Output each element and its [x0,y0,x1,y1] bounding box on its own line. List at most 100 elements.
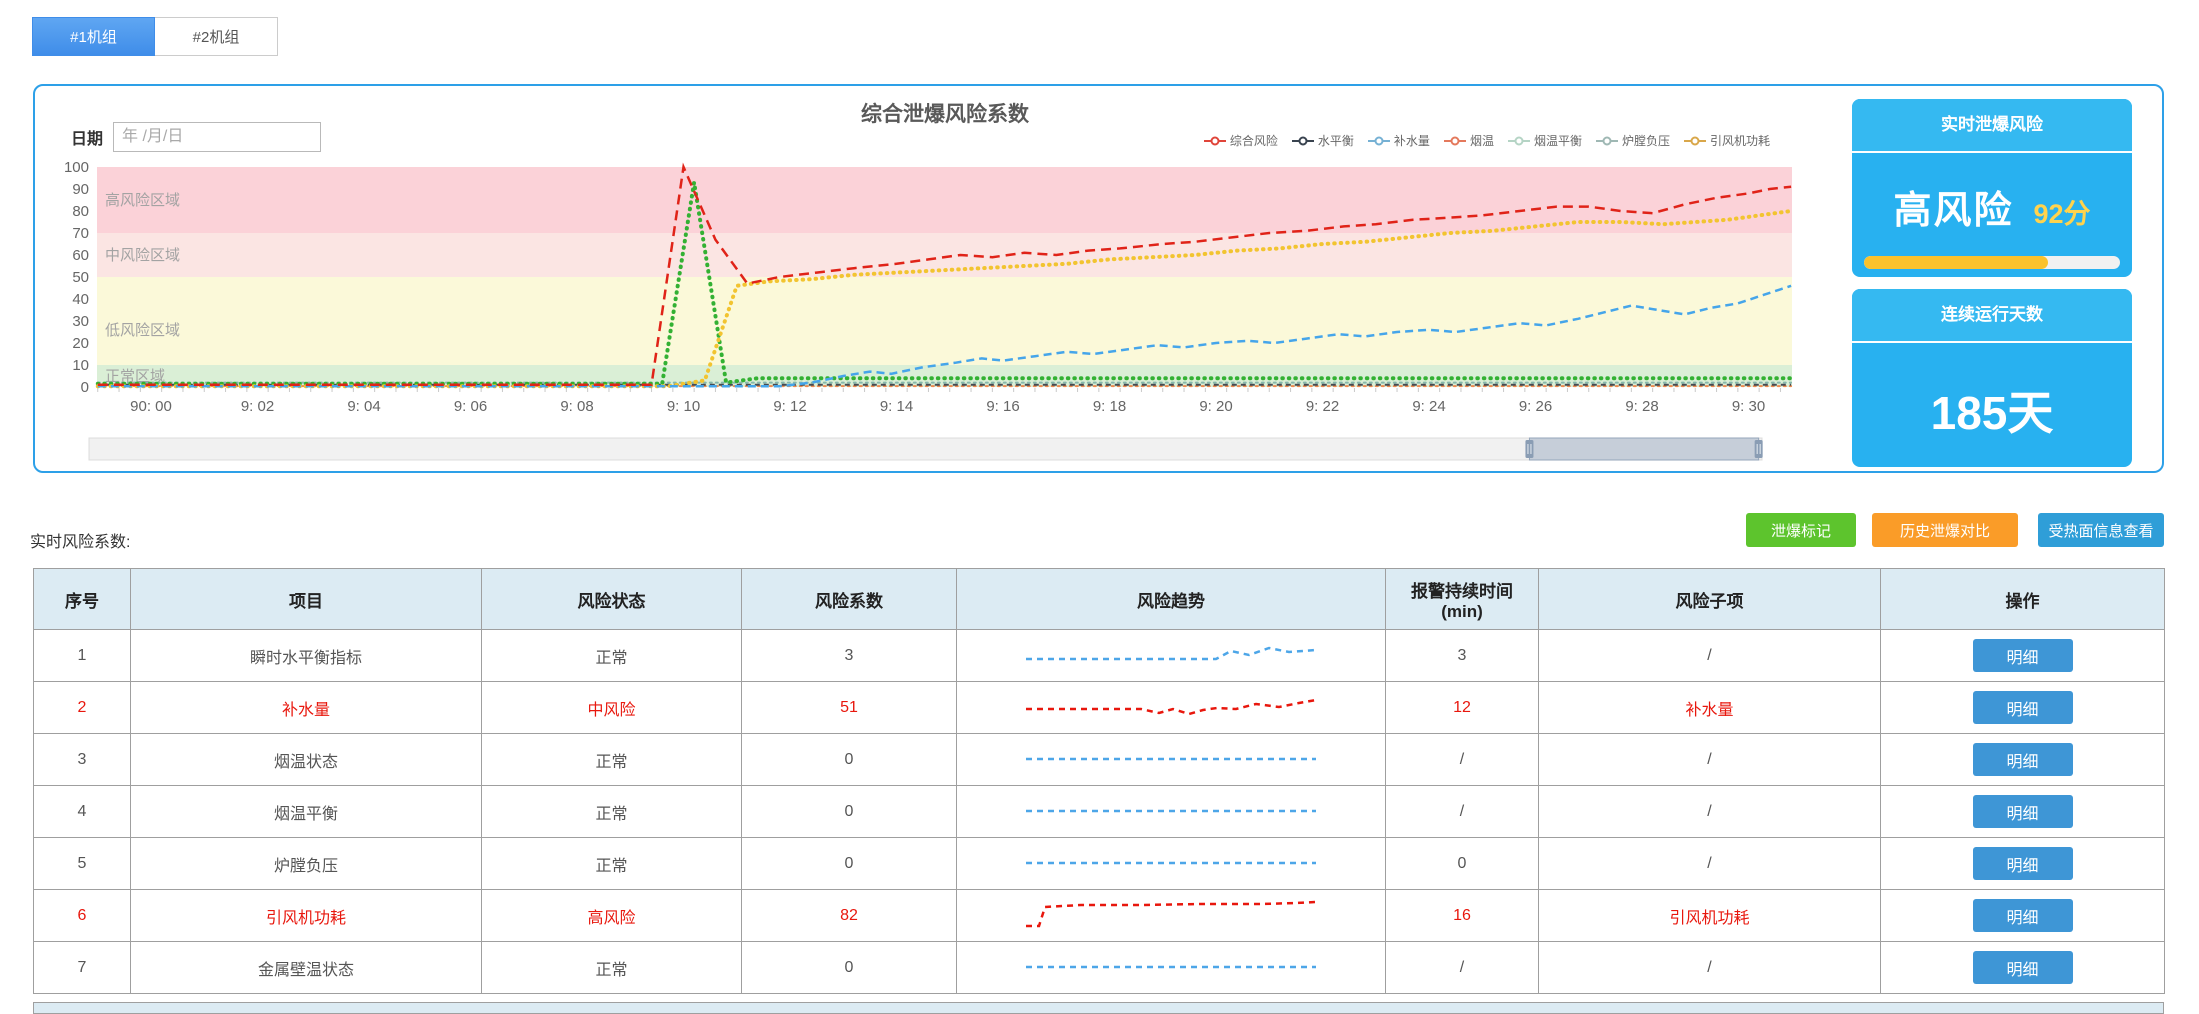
item-cell: 烟温平衡 [131,786,482,838]
next-section-strip [33,1002,2164,1014]
item-cell: 补水量 [131,682,482,734]
item-cell: 瞬时水平衡指标 [131,630,482,682]
item-cell: 引风机功耗 [131,890,482,942]
legend-item-2[interactable]: 补水量 [1368,132,1430,149]
detail-button[interactable]: 明细 [1973,951,2073,984]
x-axis-tick-label: 9: 02 [241,398,274,415]
status-cell: 中风险 [482,682,742,734]
seq-cell: 5 [34,838,131,890]
y-axis-tick-label: 10 [72,357,89,374]
detail-button[interactable]: 明细 [1973,795,2073,828]
alarm-cell: / [1386,734,1539,786]
status-cell: 正常 [482,838,742,890]
x-axis-tick-label: 9: 10 [667,398,700,415]
coef-cell: 0 [742,786,957,838]
x-axis-tick-label: 9: 12 [773,398,806,415]
seq-cell: 6 [34,890,131,942]
y-axis-tick-label: 80 [72,203,89,220]
heating-surface-info-button[interactable]: 受热面信息查看 [2038,513,2164,547]
alarm-cell: / [1386,786,1539,838]
seq-cell: 4 [34,786,131,838]
action-cell: 明细 [1881,890,2165,942]
coef-cell: 0 [742,838,957,890]
detail-button[interactable]: 明细 [1973,691,2073,724]
legend-marker-icon [1444,136,1466,146]
status-cell: 正常 [482,630,742,682]
table-header-cell: 风险系数 [742,569,957,630]
legend-label: 烟温 [1470,132,1494,149]
legend-marker-icon [1204,136,1226,146]
history-compare-button[interactable]: 历史泄爆对比 [1872,513,2018,547]
x-axis-tick-label: 9: 28 [1625,398,1658,415]
realtime-risk-card: 实时泄爆风险 高风险 92分 [1852,99,2132,277]
zone-label: 正常区域 [105,368,165,385]
action-cell: 明细 [1881,838,2165,890]
sub-item-cell: 补水量 [1539,682,1881,734]
zone-band [97,277,1792,365]
zone-label: 中风险区域 [105,247,180,264]
tab-unit-2[interactable]: #2机组 [155,17,278,56]
detail-button[interactable]: 明细 [1973,899,2073,932]
legend-item-3[interactable]: 烟温 [1444,132,1494,149]
table-header-cell: 项目 [131,569,482,630]
y-axis-tick-label: 70 [72,225,89,242]
detail-button[interactable]: 明细 [1973,847,2073,880]
trend-cell [957,838,1386,890]
item-cell: 炉膛负压 [131,838,482,890]
table-header-cell: 操作 [1881,569,2165,630]
sub-item-cell: / [1539,630,1881,682]
sub-item-cell: / [1539,734,1881,786]
datazoom-handle[interactable] [1755,440,1763,458]
datazoom-handle[interactable] [1525,440,1533,458]
date-input[interactable] [113,122,321,152]
table-caption: 实时风险系数: [30,528,130,552]
series-line-补水量 [98,286,1791,387]
datazoom-selection[interactable] [1529,438,1758,460]
action-cell: 明细 [1881,786,2165,838]
zone-band [97,365,1792,387]
table-header-row: 序号项目风险状态风险系数风险趋势报警持续时间 (min)风险子项操作 [34,569,2165,630]
table-header-cell: 序号 [34,569,131,630]
trend-sparkline [1021,843,1321,879]
risk-score-value: 92分 [2033,192,2090,231]
y-axis-tick-label: 0 [81,379,89,396]
table-row: 5炉膛负压正常00/明细 [34,838,2165,890]
legend-item-1[interactable]: 水平衡 [1292,132,1354,149]
x-axis-tick-label: 9: 26 [1519,398,1552,415]
y-axis-tick-label: 30 [72,313,89,330]
legend-item-5[interactable]: 炉膛负压 [1596,132,1670,149]
running-days-value: 185天 [1852,377,2132,443]
detail-button[interactable]: 明细 [1973,639,2073,672]
detail-button[interactable]: 明细 [1973,743,2073,776]
table-row: 7金属壁温状态正常0//明细 [34,942,2165,994]
date-filter: 日期 [71,122,321,152]
legend-item-0[interactable]: 综合风险 [1204,132,1278,149]
table-header-cell: 风险趋势 [957,569,1386,630]
legend-label: 综合风险 [1230,132,1278,149]
series-line-烟温平衡 [98,182,1791,383]
x-axis-tick-label: 9: 22 [1306,398,1339,415]
datazoom-track[interactable] [89,438,1762,460]
risk-chart-panel: 综合泄爆风险系数 日期 综合风险水平衡补水量烟温烟温平衡炉膛负压引风机功耗 高风… [33,84,2164,473]
legend-label: 补水量 [1394,132,1430,149]
legend-marker-icon [1684,136,1706,146]
status-cell: 正常 [482,786,742,838]
trend-cell [957,786,1386,838]
x-axis-tick-label: 9: 24 [1412,398,1445,415]
risk-table: 序号项目风险状态风险系数风险趋势报警持续时间 (min)风险子项操作 1瞬时水平… [33,568,2165,994]
table-row: 3烟温状态正常0//明细 [34,734,2165,786]
risk-trend-chart[interactable]: 高风险区域中风险区域低风险区域正常区域010203040506070809010… [35,86,2166,475]
legend-label: 引风机功耗 [1710,132,1770,149]
risk-level-value: 高风险 [1893,179,2013,234]
trend-cell [957,630,1386,682]
legend-item-4[interactable]: 烟温平衡 [1508,132,1582,149]
tab-unit-1[interactable]: #1机组 [32,17,155,56]
legend-item-6[interactable]: 引风机功耗 [1684,132,1770,149]
zone-band [97,167,1792,233]
trend-sparkline [1021,635,1321,671]
vent-mark-button[interactable]: 泄爆标记 [1746,513,1856,547]
coef-cell: 3 [742,630,957,682]
status-cell: 正常 [482,942,742,994]
action-cell: 明细 [1881,682,2165,734]
y-axis-tick-label: 20 [72,335,89,352]
